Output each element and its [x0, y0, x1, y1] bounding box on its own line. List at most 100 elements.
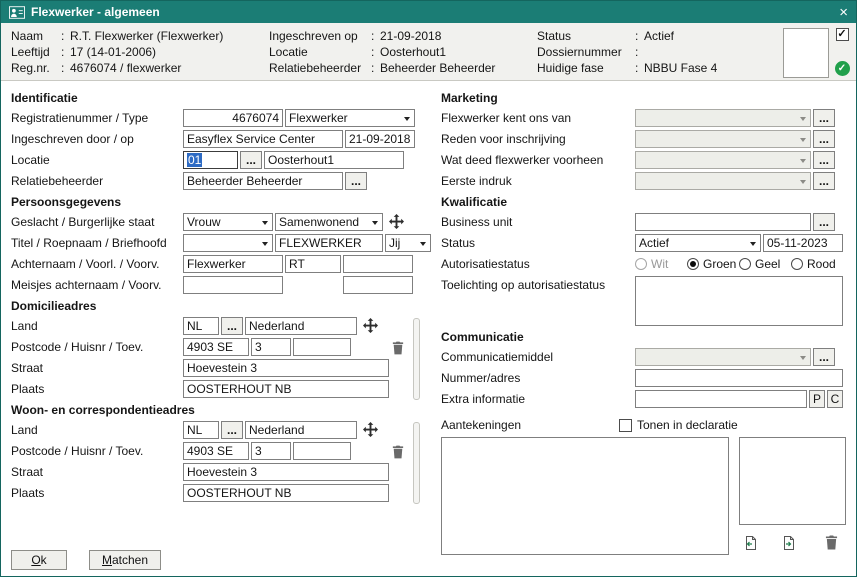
- radio-geel[interactable]: Geel: [739, 257, 791, 271]
- nummer-adres-label: Nummer/adres: [441, 371, 635, 385]
- woon-move-address-button[interactable]: [363, 422, 378, 437]
- woon-address-scrollbar[interactable]: [413, 422, 420, 504]
- eerste-indruk-select[interactable]: [635, 172, 811, 190]
- dom-toevoeging-input[interactable]: [293, 338, 351, 356]
- locatie-code-input[interactable]: 01: [183, 151, 238, 169]
- ingeschreven-op-value: 21-09-2018: [380, 28, 441, 44]
- woon-plaats-input[interactable]: [183, 484, 389, 502]
- meisjes-voorvoegsel-input[interactable]: [343, 276, 413, 294]
- p-button[interactable]: P: [809, 390, 825, 408]
- summary-col-3: Status:Actief Dossiernummer: Huidige fas…: [537, 28, 783, 75]
- leeftijd-value: 17 (14-01-2006): [70, 44, 156, 60]
- footer-buttons: Ok Matchen: [11, 550, 161, 570]
- achternaam-input[interactable]: [183, 255, 283, 273]
- registratienummer-input[interactable]: [183, 109, 283, 127]
- dom-delete-address-button[interactable]: [392, 341, 404, 355]
- c-button[interactable]: C: [827, 390, 843, 408]
- woon-toevoeging-input[interactable]: [293, 442, 351, 460]
- voorheen-select[interactable]: [635, 151, 811, 169]
- status-datum-input[interactable]: [763, 234, 843, 252]
- delete-note-button[interactable]: [823, 533, 840, 555]
- dom-plaats-input[interactable]: [183, 380, 389, 398]
- geslacht-select[interactable]: Vrouw: [183, 213, 273, 231]
- locatie-browse-button[interactable]: ...: [240, 151, 262, 169]
- roepnaam-input[interactable]: [275, 234, 383, 252]
- locatie-label: Locatie: [269, 44, 371, 60]
- radio-rood-circle[interactable]: [791, 258, 803, 270]
- radio-geel-label: Geel: [755, 257, 780, 271]
- window-title: Flexwerker - algemeen: [31, 5, 833, 19]
- ok-button[interactable]: Ok: [11, 550, 67, 570]
- kwalificatie-status-select[interactable]: Actief: [635, 234, 761, 252]
- ingeschreven-door-input[interactable]: [183, 130, 343, 148]
- nummer-adres-input[interactable]: [635, 369, 843, 387]
- relatiebeheerder-input[interactable]: [183, 172, 343, 190]
- woon-plaats-label: Plaats: [11, 486, 183, 500]
- note-export-button[interactable]: [779, 533, 799, 556]
- radio-groen[interactable]: Groen: [687, 257, 739, 271]
- regnr-label: Reg.nr.: [11, 60, 61, 76]
- locatie-naam-input[interactable]: [264, 151, 404, 169]
- dom-plaats-label: Plaats: [11, 382, 183, 396]
- move-persoonsgegevens-button[interactable]: [389, 214, 404, 229]
- summary-col-2: Ingeschreven op:21-09-2018 Locatie:Ooste…: [269, 28, 537, 75]
- meisjesnaam-input[interactable]: [183, 276, 283, 294]
- dom-land-browse-button[interactable]: ...: [221, 317, 243, 335]
- woon-land-naam-input[interactable]: [245, 421, 357, 439]
- aantekeningen-zijvak-textarea[interactable]: [739, 437, 846, 525]
- toelichting-textarea[interactable]: [635, 276, 843, 326]
- communicatiemiddel-select[interactable]: [635, 348, 811, 366]
- voorletters-input[interactable]: [285, 255, 341, 273]
- leeftijd-label: Leeftijd: [11, 44, 61, 60]
- status-row: Status:Actief: [537, 28, 783, 44]
- left-column: Identificatie Registratienummer / Type F…: [11, 87, 441, 577]
- kwalificatie-status-label: Status: [441, 236, 635, 250]
- move-icon: [389, 214, 404, 229]
- reden-inschrijving-select[interactable]: [635, 130, 811, 148]
- aantekeningen-textarea[interactable]: [441, 437, 729, 555]
- extra-informatie-label: Extra informatie: [441, 392, 635, 406]
- eerste-indruk-browse-button[interactable]: ...: [813, 172, 835, 190]
- dom-postcode-input[interactable]: [183, 338, 249, 356]
- woon-straat-input[interactable]: [183, 463, 389, 481]
- communicatiemiddel-browse-button[interactable]: ...: [813, 348, 835, 366]
- woon-huisnr-input[interactable]: [251, 442, 291, 460]
- briefhoofd-select[interactable]: Jij: [385, 234, 431, 252]
- extra-informatie-input[interactable]: [635, 390, 807, 408]
- ingeschreven-op-input[interactable]: [345, 130, 415, 148]
- reden-inschrijving-browse-button[interactable]: ...: [813, 130, 835, 148]
- dom-address-scrollbar[interactable]: [413, 318, 420, 400]
- business-unit-input[interactable]: [635, 213, 811, 231]
- burgerlijke-staat-select[interactable]: Samenwonend: [275, 213, 383, 231]
- voorheen-browse-button[interactable]: ...: [813, 151, 835, 169]
- kent-ons-van-select[interactable]: [635, 109, 811, 127]
- titel-select[interactable]: [183, 234, 273, 252]
- relatiebeheerder-browse-button[interactable]: ...: [345, 172, 367, 190]
- dom-land-naam-input[interactable]: [245, 317, 357, 335]
- dom-move-address-button[interactable]: [363, 318, 378, 333]
- voorvoegsel-input[interactable]: [343, 255, 413, 273]
- dom-land-code-input[interactable]: [183, 317, 219, 335]
- note-import-button[interactable]: [741, 533, 761, 556]
- aantekeningen-area: [441, 437, 846, 571]
- summary-col-1: Naam:R.T. Flexwerker (Flexwerker) Leefti…: [11, 28, 269, 75]
- close-icon[interactable]: ×: [839, 5, 848, 20]
- dom-huisnr-input[interactable]: [251, 338, 291, 356]
- tonen-in-declaratie-checkbox[interactable]: [619, 419, 632, 432]
- radio-geel-circle[interactable]: [739, 258, 751, 270]
- kent-ons-van-browse-button[interactable]: ...: [813, 109, 835, 127]
- woon-land-code-input[interactable]: [183, 421, 219, 439]
- radio-rood[interactable]: Rood: [791, 257, 843, 271]
- flexwerker-card-icon: [9, 6, 25, 19]
- woon-land-browse-button[interactable]: ...: [221, 421, 243, 439]
- woon-postcode-input[interactable]: [183, 442, 249, 460]
- matchen-button[interactable]: Matchen: [89, 550, 161, 570]
- type-select[interactable]: Flexwerker: [285, 109, 415, 127]
- header-checkbox[interactable]: ✓: [836, 28, 849, 41]
- woon-delete-address-button[interactable]: [392, 445, 404, 459]
- radio-wit-label: Wit: [651, 257, 668, 271]
- row-dom-postcode: Postcode / Huisnr / Toev.: [11, 336, 441, 357]
- business-unit-browse-button[interactable]: ...: [813, 213, 835, 231]
- radio-groen-circle[interactable]: [687, 258, 699, 270]
- dom-straat-input[interactable]: [183, 359, 389, 377]
